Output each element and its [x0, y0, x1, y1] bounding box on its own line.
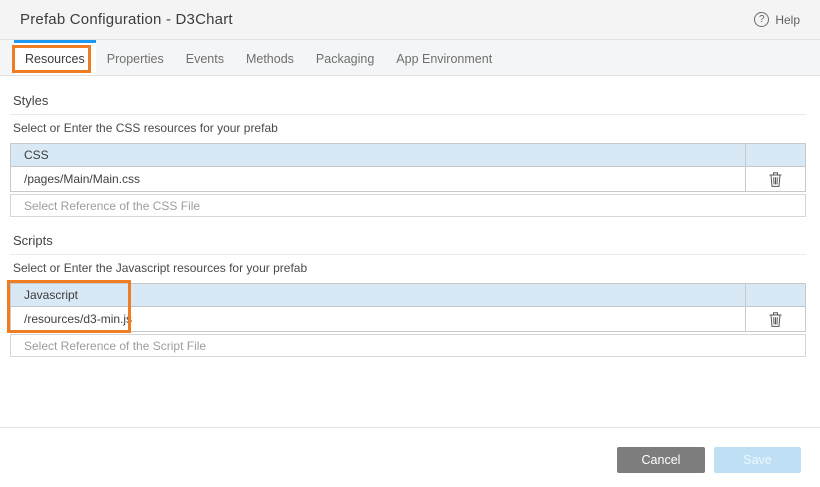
css-column-header: CSS: [24, 148, 49, 162]
script-resource-path: /resources/d3-min.js: [24, 312, 133, 326]
tab-resources-label: Resources: [25, 52, 85, 66]
help-icon-glyph: ?: [759, 14, 765, 25]
styles-section-description: Select or Enter the CSS resources for yo…: [13, 121, 278, 135]
script-table-header-row: Javascript: [11, 284, 805, 307]
css-resource-path: /pages/Main/Main.css: [24, 172, 141, 186]
tab-methods-label: Methods: [245, 52, 294, 66]
scripts-section: Scripts Select or Enter the Javascript r…: [10, 233, 806, 357]
tab-methods[interactable]: Methods: [235, 40, 305, 75]
tab-bar: Resources Properties Events Methods Pack…: [0, 40, 820, 76]
trash-icon: [769, 171, 782, 187]
footer-bar: Cancel Save: [0, 427, 820, 487]
help-icon: ?: [754, 12, 770, 27]
javascript-column-header: Javascript: [24, 288, 79, 302]
css-reference-input[interactable]: Select Reference of the CSS File: [10, 194, 806, 217]
tab-properties-label: Properties: [106, 52, 164, 66]
page-title: Prefab Configuration - D3Chart: [20, 11, 233, 28]
resources-panel: Styles Select or Enter the CSS resources…: [0, 76, 820, 357]
tab-app-environment-label: App Environment: [396, 52, 493, 66]
save-button[interactable]: Save: [714, 447, 801, 473]
table-row: /pages/Main/Main.css: [11, 167, 805, 191]
tab-app-environment[interactable]: App Environment: [385, 40, 503, 75]
delete-css-row-button[interactable]: [767, 170, 784, 189]
script-header-action-cell: [745, 284, 805, 306]
script-resources-table: Javascript /resources/d3-min.js: [10, 283, 806, 332]
cancel-button[interactable]: Cancel: [617, 447, 705, 473]
script-row-action-cell: [745, 307, 805, 331]
tab-packaging-label: Packaging: [315, 52, 375, 66]
scripts-section-description: Select or Enter the Javascript resources…: [13, 261, 308, 275]
css-table-header-row: CSS: [11, 144, 805, 167]
scripts-section-title: Scripts: [10, 233, 806, 255]
trash-icon: [769, 311, 782, 327]
css-row-action-cell: [745, 167, 805, 191]
table-row: /resources/d3-min.js: [11, 307, 805, 331]
styles-section-title: Styles: [10, 93, 806, 115]
styles-section: Styles Select or Enter the CSS resources…: [10, 93, 806, 217]
tab-properties[interactable]: Properties: [96, 40, 175, 75]
title-bar: Prefab Configuration - D3Chart ? Help: [0, 0, 820, 40]
delete-script-row-button[interactable]: [767, 310, 784, 329]
tab-events[interactable]: Events: [175, 40, 235, 75]
tab-resources[interactable]: Resources: [14, 40, 96, 75]
script-reference-input[interactable]: Select Reference of the Script File: [10, 334, 806, 357]
css-resources-table: CSS /pages/Main/Main.css: [10, 143, 806, 192]
help-button[interactable]: ? Help: [754, 12, 800, 27]
tab-packaging[interactable]: Packaging: [305, 40, 385, 75]
help-label: Help: [775, 12, 800, 27]
css-header-action-cell: [745, 144, 805, 166]
tab-events-label: Events: [185, 52, 224, 66]
